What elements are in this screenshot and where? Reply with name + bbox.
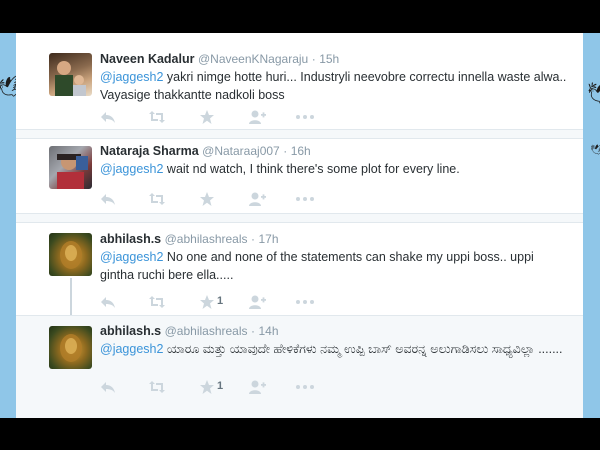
avatar[interactable] bbox=[49, 146, 92, 189]
user-handle[interactable]: @abhilashreals bbox=[165, 324, 248, 338]
mention-link[interactable]: @jaggesh2 bbox=[100, 342, 163, 356]
user-handle[interactable]: @NaveenKNagaraju bbox=[198, 52, 308, 66]
retweet-icon[interactable] bbox=[148, 379, 166, 395]
tweet-text: @jaggesh2 ಯಾರೂ ಮತ್ತು ಯಾವುದೇ ಹೇಳಿಕೆಗಳು ನಮ… bbox=[100, 340, 570, 358]
follow-icon[interactable] bbox=[248, 109, 266, 125]
tweet[interactable]: Nataraja Sharma @Nataraaj007 · 16h @jagg… bbox=[16, 139, 583, 215]
timestamp[interactable]: 14h bbox=[259, 324, 279, 338]
timestamp[interactable]: 15h bbox=[319, 52, 339, 66]
like-icon[interactable] bbox=[199, 191, 215, 207]
avatar-photo bbox=[55, 61, 86, 96]
tweet-text: @jaggesh2 yakri nimge hotte huri... Indu… bbox=[100, 68, 570, 104]
like-count: 1 bbox=[217, 295, 224, 307]
avatar[interactable] bbox=[49, 53, 92, 96]
tweet-body: wait nd watch, I think there's some plot… bbox=[163, 162, 460, 176]
retweet-icon[interactable] bbox=[148, 109, 166, 125]
retweet-icon[interactable] bbox=[148, 191, 166, 207]
tweet[interactable]: abhilash.s @abhilashreals · 14h @jaggesh… bbox=[16, 315, 583, 418]
screenshot-frame: 🕊 🕊 🕊 Naveen Kadalur @NaveenKNagaraju · … bbox=[0, 33, 600, 418]
user-handle[interactable]: @Nataraaj007 bbox=[202, 144, 280, 158]
more-icon[interactable] bbox=[295, 109, 315, 125]
follow-icon[interactable] bbox=[248, 294, 266, 310]
tweet-divider bbox=[16, 213, 583, 223]
user-name[interactable]: Naveen Kadalur bbox=[100, 52, 194, 66]
separator: · bbox=[251, 324, 256, 338]
tweet-body: yakri nimge hotte huri... Industryli nee… bbox=[100, 70, 567, 102]
avatar[interactable] bbox=[49, 233, 92, 276]
user-name[interactable]: Nataraja Sharma bbox=[100, 144, 199, 158]
bird-decoration-icon: 🕊 bbox=[584, 78, 600, 108]
reply-icon[interactable] bbox=[100, 379, 116, 395]
follow-icon[interactable] bbox=[248, 191, 266, 207]
reply-icon[interactable] bbox=[100, 191, 116, 207]
separator: · bbox=[283, 144, 288, 158]
avatar-photo bbox=[60, 334, 82, 362]
avatar-photo bbox=[60, 241, 82, 269]
like-count: 1 bbox=[217, 380, 224, 392]
tweet[interactable]: Naveen Kadalur @NaveenKNagaraju · 15h @j… bbox=[16, 33, 583, 138]
mention-link[interactable]: @jaggesh2 bbox=[100, 70, 163, 84]
tweet-text: @jaggesh2 No one and none of the stateme… bbox=[100, 248, 570, 284]
follow-icon[interactable] bbox=[248, 379, 266, 395]
separator: · bbox=[311, 52, 316, 66]
reply-icon[interactable] bbox=[100, 109, 116, 125]
tweet-header: abhilash.s @abhilashreals · 14h bbox=[100, 324, 279, 338]
timestamp[interactable]: 17h bbox=[259, 232, 279, 246]
avatar[interactable] bbox=[49, 326, 92, 369]
like-icon[interactable] bbox=[199, 109, 215, 125]
tweet[interactable]: abhilash.s @abhilashreals · 17h @jaggesh… bbox=[16, 223, 583, 315]
tweet-body: ಯಾರೂ ಮತ್ತು ಯಾವುದೇ ಹೇಳಿಕೆಗಳು ನಮ್ಮ ಉಪ್ಪಿ ಬ… bbox=[163, 342, 563, 356]
like-icon[interactable]: 1 bbox=[199, 294, 223, 310]
more-icon[interactable] bbox=[295, 379, 315, 395]
user-name[interactable]: abhilash.s bbox=[100, 324, 161, 338]
reply-icon[interactable] bbox=[100, 294, 116, 310]
retweet-icon[interactable] bbox=[148, 294, 166, 310]
timeline-column: Naveen Kadalur @NaveenKNagaraju · 15h @j… bbox=[16, 33, 583, 418]
mention-link[interactable]: @jaggesh2 bbox=[100, 162, 163, 176]
separator: · bbox=[251, 232, 256, 246]
user-handle[interactable]: @abhilashreals bbox=[165, 232, 248, 246]
tweet-divider bbox=[16, 129, 583, 139]
tweet-text: @jaggesh2 wait nd watch, I think there's… bbox=[100, 160, 570, 178]
tweet-header: abhilash.s @abhilashreals · 17h bbox=[100, 232, 279, 246]
tweet-header: Nataraja Sharma @Nataraaj007 · 16h bbox=[100, 144, 311, 158]
tweet-body: No one and none of the statements can sh… bbox=[100, 250, 534, 282]
more-icon[interactable] bbox=[295, 191, 315, 207]
more-icon[interactable] bbox=[295, 294, 315, 310]
user-name[interactable]: abhilash.s bbox=[100, 232, 161, 246]
avatar-photo bbox=[57, 154, 88, 189]
bird-decoration-icon: 🕊 bbox=[590, 145, 600, 156]
mention-link[interactable]: @jaggesh2 bbox=[100, 250, 163, 264]
timestamp[interactable]: 16h bbox=[291, 144, 311, 158]
like-icon[interactable]: 1 bbox=[199, 379, 223, 395]
tweet-header: Naveen Kadalur @NaveenKNagaraju · 15h bbox=[100, 52, 339, 66]
